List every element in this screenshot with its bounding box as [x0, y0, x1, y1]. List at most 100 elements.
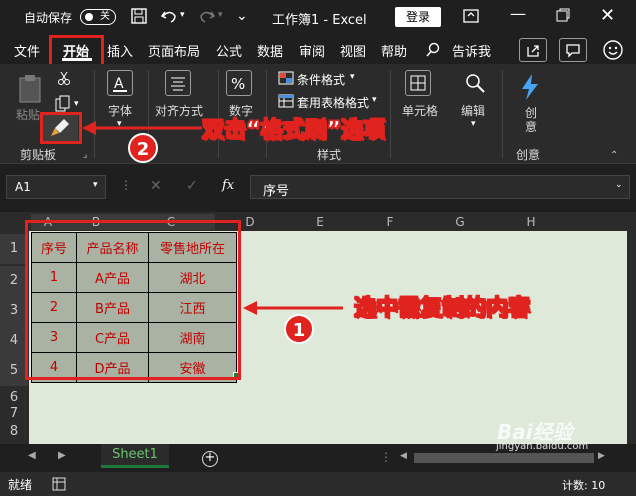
clipboard-launcher-icon[interactable]: ⌟: [83, 150, 87, 160]
styles-group-label: 样式: [317, 148, 342, 162]
search-icon[interactable]: [425, 42, 441, 58]
tab-page-layout[interactable]: 页面布局: [148, 41, 200, 60]
sheet-tab-sheet1[interactable]: Sheet1: [101, 444, 169, 468]
tab-help[interactable]: 帮助: [381, 41, 407, 60]
collapse-ribbon-icon[interactable]: ⌃: [610, 150, 618, 161]
paste-label[interactable]: 粘贴: [16, 106, 40, 123]
login-button[interactable]: 登录: [395, 7, 441, 27]
table-format-dropdown-icon[interactable]: ▾: [372, 95, 377, 105]
step2-badge: 2: [128, 133, 158, 163]
emoji-feedback-icon[interactable]: [601, 39, 625, 61]
tab-file[interactable]: 文件: [14, 41, 40, 60]
tell-me-search[interactable]: 告诉我: [452, 41, 491, 60]
creative-group-label: 创意: [516, 148, 541, 162]
editing-dropdown-icon[interactable]: ▾: [471, 119, 476, 129]
cells-icon[interactable]: [405, 70, 431, 96]
font-icon[interactable]: A: [107, 70, 133, 96]
creative-button[interactable]: 创意: [521, 106, 541, 134]
editing-label[interactable]: 编辑: [461, 102, 485, 119]
watermark-url: jingyan.baidu.com: [496, 441, 589, 452]
cut-icon[interactable]: [56, 70, 72, 86]
clipboard-icon[interactable]: [14, 72, 48, 104]
selection-highlight: [25, 220, 241, 380]
conditional-format-dropdown-icon[interactable]: ▾: [350, 72, 355, 82]
column-header-g[interactable]: G: [425, 214, 495, 230]
table-format-button[interactable]: 套用表格格式: [297, 94, 369, 111]
title-bar: 自动保存 关 ▾ ▾ ⌄ 工作簿1 - Excel 登录 — ✕: [0, 0, 636, 34]
row-header-7[interactable]: 7: [0, 406, 28, 422]
customize-toolbar-icon[interactable]: ⌄: [236, 8, 248, 24]
tab-splitter-icon[interactable]: ⋮: [380, 450, 392, 464]
undo-icon[interactable]: [160, 7, 178, 25]
redo-icon[interactable]: [198, 7, 216, 25]
tab-review[interactable]: 审阅: [299, 41, 325, 60]
step1-badge: 1: [284, 314, 314, 344]
alignment-label[interactable]: 对齐方式: [155, 102, 203, 119]
copy-dropdown-icon[interactable]: ▾: [74, 99, 79, 109]
group-separator: [502, 70, 503, 158]
ribbon-display-icon[interactable]: [462, 7, 480, 25]
status-count: 计数: 10: [562, 479, 606, 492]
formula-bar-grip-icon: ⋮: [120, 178, 132, 192]
document-title: 工作簿1 - Excel: [272, 13, 367, 28]
confirm-entry-icon[interactable]: ✓: [186, 178, 198, 194]
home-tab-highlight: [49, 35, 104, 67]
status-bar: [0, 472, 636, 496]
tab-formulas[interactable]: 公式: [216, 41, 242, 60]
name-box[interactable]: A1 ▾: [6, 175, 106, 199]
row-header-5[interactable]: 5: [0, 356, 28, 386]
cells-label[interactable]: 单元格: [402, 102, 438, 119]
row-header-1[interactable]: 1: [0, 234, 28, 264]
undo-dropdown-icon[interactable]: ▾: [180, 10, 185, 20]
row-header-6[interactable]: 6: [0, 390, 28, 406]
accessibility-icon[interactable]: [52, 477, 66, 491]
number-format-icon[interactable]: %: [226, 70, 252, 96]
editing-icon[interactable]: [462, 70, 488, 96]
column-header-e[interactable]: E: [285, 214, 355, 230]
tab-data[interactable]: 数据: [257, 41, 283, 60]
share-button[interactable]: [519, 38, 547, 62]
step1-callout: 选中需复制的内容: [353, 296, 531, 322]
conditional-format-button[interactable]: 条件格式: [297, 71, 345, 88]
comments-button[interactable]: [559, 38, 587, 62]
horizontal-scrollbar[interactable]: [414, 453, 594, 463]
font-label[interactable]: 字体: [108, 102, 132, 119]
status-ready: 就绪: [8, 478, 33, 492]
svg-text:A: A: [114, 76, 124, 92]
redo-dropdown-icon[interactable]: ▾: [218, 10, 223, 20]
scroll-right-icon[interactable]: ▶: [598, 451, 605, 461]
tab-view[interactable]: 视图: [340, 41, 366, 60]
autosave-toggle[interactable]: 关: [80, 9, 116, 25]
tab-insert[interactable]: 插入: [107, 41, 133, 60]
alignment-icon[interactable]: [165, 70, 191, 96]
cancel-entry-icon[interactable]: ✕: [150, 178, 162, 194]
row-header-2[interactable]: 2: [0, 266, 28, 296]
name-box-dropdown-icon[interactable]: ▾: [93, 180, 98, 190]
format-painter-highlight: [40, 112, 82, 144]
scroll-left-icon[interactable]: ◀: [400, 451, 407, 461]
save-icon[interactable]: [130, 7, 148, 25]
group-separator: [390, 70, 391, 158]
maximize-icon[interactable]: [556, 8, 570, 22]
formula-input[interactable]: 序号 ⌄: [250, 175, 630, 199]
row-header-4[interactable]: 4: [0, 326, 28, 356]
expand-formula-bar-icon[interactable]: ⌄: [615, 180, 623, 190]
column-header-f[interactable]: F: [355, 214, 425, 230]
table-format-icon[interactable]: [278, 94, 294, 108]
row-header-3[interactable]: 3: [0, 296, 28, 326]
autosave-label: 自动保存: [24, 11, 73, 25]
creative-lightning-icon[interactable]: [516, 72, 544, 102]
clipboard-group-label: 剪贴板: [20, 148, 57, 162]
svg-text:%: %: [231, 75, 245, 93]
prev-sheet-icon[interactable]: ◀: [28, 450, 36, 461]
close-icon[interactable]: ✕: [600, 5, 615, 26]
row-header-8[interactable]: 8: [0, 424, 28, 440]
add-sheet-icon[interactable]: +: [202, 451, 218, 467]
copy-icon[interactable]: [54, 95, 72, 113]
next-sheet-icon[interactable]: ▶: [58, 450, 66, 461]
column-header-h[interactable]: H: [495, 214, 567, 230]
insert-function-icon[interactable]: fx: [222, 178, 234, 193]
minimize-icon[interactable]: —: [510, 4, 526, 23]
conditional-format-icon[interactable]: [278, 71, 294, 85]
step2-callout: 双击“格式刷”选项: [202, 118, 386, 144]
